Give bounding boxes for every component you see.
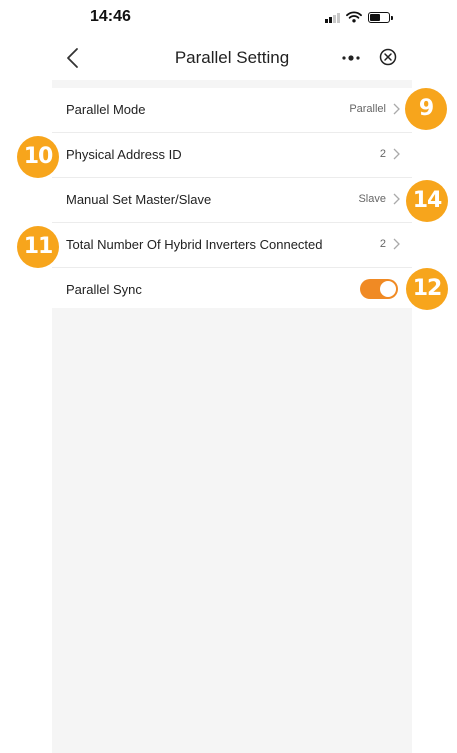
chevron-right-icon [393, 103, 400, 115]
callout-badge: 10 [17, 136, 59, 178]
nav-bar: Parallel Setting [52, 36, 412, 80]
status-bar: 14:46 [52, 0, 412, 36]
wifi-icon [346, 11, 362, 23]
callout-badge: 14 [406, 180, 448, 222]
settings-list: Parallel Mode Parallel Physical Address … [52, 88, 412, 308]
inverters-connected-value: 2 [379, 238, 386, 250]
parallel-sync-toggle[interactable] [360, 279, 398, 299]
status-icons [325, 10, 393, 24]
cellular-signal-icon [325, 12, 340, 23]
inverters-connected-row[interactable]: Total Number Of Hybrid Inverters Connect… [52, 223, 412, 268]
status-time: 14:46 [90, 8, 131, 25]
parallel-sync-label: Parallel Sync [66, 282, 142, 297]
more-dots-icon[interactable] [340, 48, 362, 68]
physical-address-id-row[interactable]: Physical Address ID 2 [52, 133, 412, 178]
parallel-mode-label: Parallel Mode [66, 102, 146, 117]
parallel-mode-value: Parallel [349, 103, 386, 115]
callout-badge: 9 [405, 88, 447, 130]
chevron-right-icon [393, 193, 400, 205]
chevron-right-icon [393, 238, 400, 250]
master-slave-label: Manual Set Master/Slave [66, 192, 212, 207]
master-slave-row[interactable]: Manual Set Master/Slave Slave [52, 178, 412, 223]
master-slave-value: Slave [358, 193, 386, 205]
battery-level-fill [370, 13, 381, 21]
close-circle-icon[interactable] [378, 47, 398, 67]
physical-address-id-value: 2 [379, 148, 386, 160]
parallel-mode-row[interactable]: Parallel Mode Parallel [52, 88, 412, 133]
settings-content: Parallel Mode Parallel Physical Address … [52, 80, 412, 753]
physical-address-id-label: Physical Address ID [66, 147, 182, 162]
chevron-right-icon [393, 148, 400, 160]
callout-badge: 12 [406, 268, 448, 310]
callout-badge: 11 [17, 226, 59, 268]
inverters-connected-label: Total Number Of Hybrid Inverters Connect… [66, 237, 323, 252]
toggle-knob [380, 281, 396, 297]
battery-icon [368, 11, 393, 23]
parallel-sync-row: Parallel Sync [52, 268, 412, 308]
